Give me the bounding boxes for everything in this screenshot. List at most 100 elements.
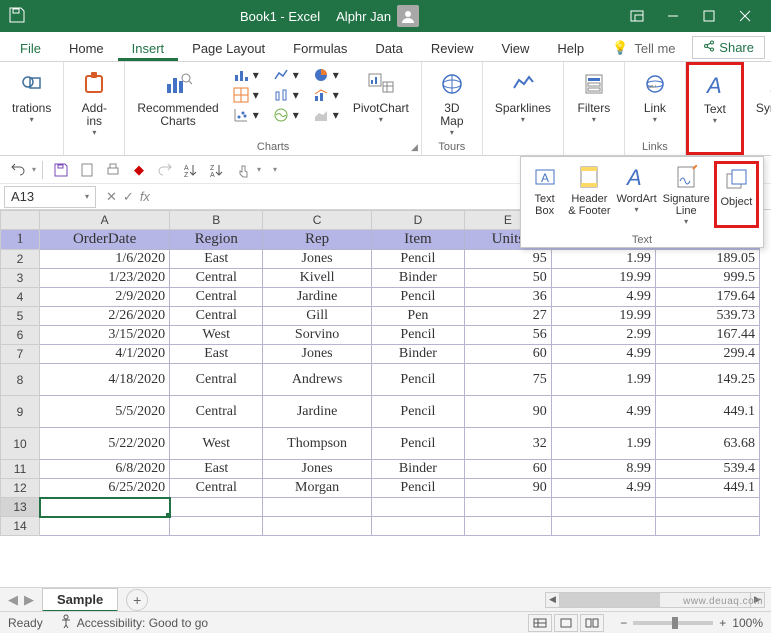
cell[interactable]: 1.99	[551, 428, 655, 460]
print-preview-button[interactable]	[101, 159, 125, 181]
cell[interactable]: Central	[170, 479, 263, 498]
cell[interactable]: West	[170, 428, 263, 460]
cell[interactable]	[655, 498, 759, 517]
cell[interactable]	[170, 517, 263, 536]
row-header[interactable]: 1	[1, 230, 40, 250]
cell[interactable]: 999.5	[655, 269, 759, 288]
cell[interactable]: 2.99	[551, 326, 655, 345]
pivotchart-button[interactable]: PivotChart ▾	[349, 66, 413, 126]
cell[interactable]: Central	[170, 364, 263, 396]
filters-button[interactable]: Filters ▾	[572, 66, 616, 126]
signature-line-button[interactable]: Signature Line ▾	[661, 161, 712, 228]
fx-button[interactable]: fx	[140, 189, 150, 204]
cell[interactable]: 4/18/2020	[40, 364, 170, 396]
chart-surface-button[interactable]: ▾	[309, 106, 343, 124]
cell[interactable]: 299.4	[655, 345, 759, 364]
cell[interactable]: Central	[170, 307, 263, 326]
cell[interactable]: 2/9/2020	[40, 288, 170, 307]
page-break-view-button[interactable]	[580, 614, 604, 632]
cell[interactable]: 6/25/2020	[40, 479, 170, 498]
cell[interactable]	[465, 517, 552, 536]
cell[interactable]: Jardine	[263, 396, 371, 428]
column-header-a[interactable]: A	[40, 211, 170, 230]
tab-data[interactable]: Data	[361, 35, 416, 61]
cell[interactable]: 95	[465, 250, 552, 269]
zoom-in-button[interactable]: +	[719, 616, 726, 630]
zoom-level[interactable]: 100%	[732, 616, 763, 630]
cell[interactable]: 4.99	[551, 288, 655, 307]
scroll-left-button[interactable]: ◀	[546, 593, 560, 607]
scroll-thumb[interactable]	[560, 593, 660, 607]
sort-desc-button[interactable]: ZA	[205, 159, 229, 181]
sheet-nav-next[interactable]: ▶	[24, 592, 34, 608]
cell[interactable]: 56	[465, 326, 552, 345]
cell[interactable]: Central	[170, 396, 263, 428]
cell[interactable]: Pencil	[371, 326, 464, 345]
cell[interactable]: West	[170, 326, 263, 345]
cell[interactable]	[40, 517, 170, 536]
cell[interactable]: 449.1	[655, 396, 759, 428]
name-box[interactable]: A13 ▾	[4, 186, 96, 208]
cell[interactable]: Thompson	[263, 428, 371, 460]
text-box-button[interactable]: A Text Box	[525, 161, 564, 228]
chart-line-button[interactable]: ▾	[269, 66, 303, 84]
text-button[interactable]: A Text ▾	[693, 67, 737, 127]
cell[interactable]	[371, 517, 464, 536]
cell[interactable]	[465, 498, 552, 517]
cell[interactable]: 32	[465, 428, 552, 460]
tab-file[interactable]: File	[6, 35, 55, 61]
cell[interactable]: Jardine	[263, 288, 371, 307]
cell[interactable]: Item	[371, 230, 464, 250]
cell[interactable]: 1/6/2020	[40, 250, 170, 269]
new-sheet-button[interactable]: +	[126, 589, 148, 611]
cell[interactable]: 60	[465, 460, 552, 479]
row-header[interactable]: 13	[1, 498, 40, 517]
cell[interactable]: 449.1	[655, 479, 759, 498]
accessibility-status[interactable]: Accessibility: Good to go	[59, 614, 208, 631]
cell[interactable]: 6/8/2020	[40, 460, 170, 479]
cell[interactable]: 3/15/2020	[40, 326, 170, 345]
maximize-button[interactable]	[691, 0, 727, 32]
chart-scatter-button[interactable]: ▾	[229, 106, 263, 124]
cell[interactable]: Pencil	[371, 479, 464, 498]
cell[interactable]: OrderDate	[40, 230, 170, 250]
cell[interactable]: Pencil	[371, 396, 464, 428]
cell[interactable]: 1/23/2020	[40, 269, 170, 288]
cell[interactable]: 5/22/2020	[40, 428, 170, 460]
cell[interactable]: 189.05	[655, 250, 759, 269]
row-header[interactable]: 14	[1, 517, 40, 536]
cell[interactable]	[551, 498, 655, 517]
select-all-button[interactable]	[1, 211, 40, 230]
page-layout-view-button[interactable]	[554, 614, 578, 632]
save-button[interactable]	[49, 159, 73, 181]
cell[interactable]: Central	[170, 288, 263, 307]
cell[interactable]	[263, 517, 371, 536]
touch-mode-button[interactable]	[231, 159, 255, 181]
cell[interactable]: 75	[465, 364, 552, 396]
tell-me-search[interactable]: 💡 Tell me	[598, 34, 689, 61]
cell[interactable]: 539.73	[655, 307, 759, 326]
cell[interactable]: 4/1/2020	[40, 345, 170, 364]
cell[interactable]: 4.99	[551, 345, 655, 364]
new-button[interactable]	[75, 159, 99, 181]
cell[interactable]: Andrews	[263, 364, 371, 396]
cell[interactable]: Kivell	[263, 269, 371, 288]
cell[interactable]: 1.99	[551, 364, 655, 396]
recommended-charts-button[interactable]: Recommended Charts	[133, 66, 222, 130]
row-header[interactable]: 7	[1, 345, 40, 364]
symbols-button[interactable]: Ω Symbols ▾	[752, 66, 771, 126]
tab-home[interactable]: Home	[55, 35, 118, 61]
autosave-icon[interactable]	[8, 6, 26, 27]
worksheet-grid[interactable]: A B C D E F G 1 OrderDate Region Rep Ite…	[0, 210, 771, 536]
cell[interactable]: 36	[465, 288, 552, 307]
wordart-button[interactable]: A WordArt ▾	[614, 161, 658, 228]
cell[interactable]	[263, 498, 371, 517]
cell[interactable]	[40, 498, 170, 517]
chart-map-button[interactable]: ▾	[269, 106, 303, 124]
column-header-b[interactable]: B	[170, 211, 263, 230]
row-header[interactable]: 4	[1, 288, 40, 307]
cell[interactable]: Sorvino	[263, 326, 371, 345]
cancel-formula-button[interactable]: ✕	[106, 189, 117, 205]
tab-view[interactable]: View	[487, 35, 543, 61]
row-header[interactable]: 2	[1, 250, 40, 269]
